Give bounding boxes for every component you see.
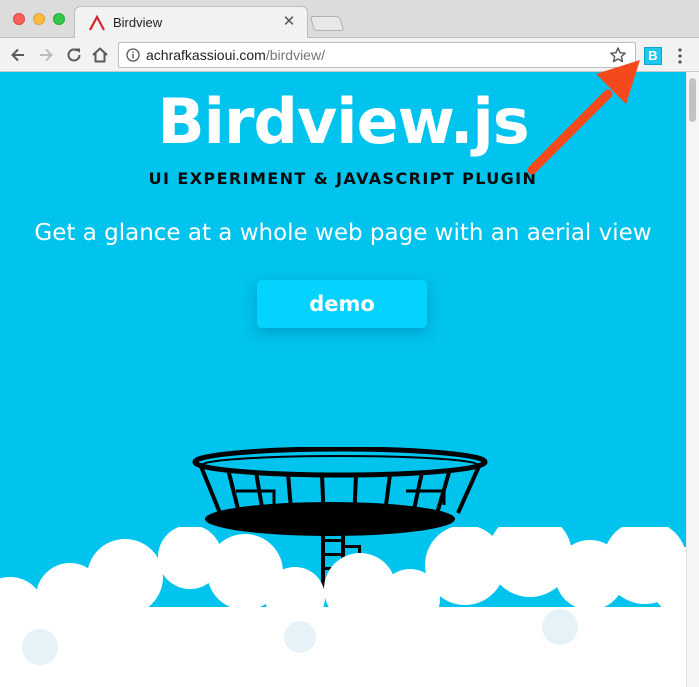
arrow-left-icon bbox=[11, 48, 24, 62]
browser-tab[interactable]: Birdview ✕ bbox=[74, 6, 308, 39]
home-icon bbox=[92, 47, 108, 63]
window-close-button[interactable] bbox=[13, 13, 25, 25]
tab-title: Birdview bbox=[113, 15, 163, 30]
new-tab-button[interactable] bbox=[309, 16, 345, 31]
vertical-dots-icon[interactable] bbox=[674, 47, 686, 65]
page-scrollbar[interactable] bbox=[686, 72, 699, 687]
info-icon[interactable] bbox=[126, 48, 140, 62]
annotation-arrow-icon bbox=[527, 60, 640, 175]
reload-icon bbox=[67, 48, 81, 62]
scrollbar-thumb[interactable] bbox=[689, 78, 696, 122]
tab-close-icon[interactable]: ✕ bbox=[281, 14, 297, 30]
url-text[interactable]: achrafkassioui.com/birdview/ bbox=[146, 47, 325, 63]
back-button[interactable] bbox=[8, 45, 28, 65]
browser-window: Birdview ✕ achrafkassioui.com/birdview/ … bbox=[0, 0, 699, 687]
reload-button[interactable] bbox=[64, 45, 84, 65]
page-tagline: Get a glance at a whole web page with an… bbox=[34, 220, 652, 246]
arrow-right-icon bbox=[40, 48, 53, 62]
forward-button[interactable] bbox=[36, 45, 56, 65]
birdview-favicon-icon bbox=[89, 15, 105, 31]
tab-strip: Birdview ✕ bbox=[0, 0, 699, 39]
window-maximize-button[interactable] bbox=[53, 13, 65, 25]
demo-button[interactable]: demo bbox=[257, 280, 427, 328]
home-button[interactable] bbox=[90, 45, 110, 65]
window-minimize-button[interactable] bbox=[33, 13, 45, 25]
clouds-illustration bbox=[0, 527, 686, 687]
url-path: /birdview/ bbox=[265, 47, 325, 63]
url-host: achrafkassioui.com bbox=[146, 47, 266, 63]
